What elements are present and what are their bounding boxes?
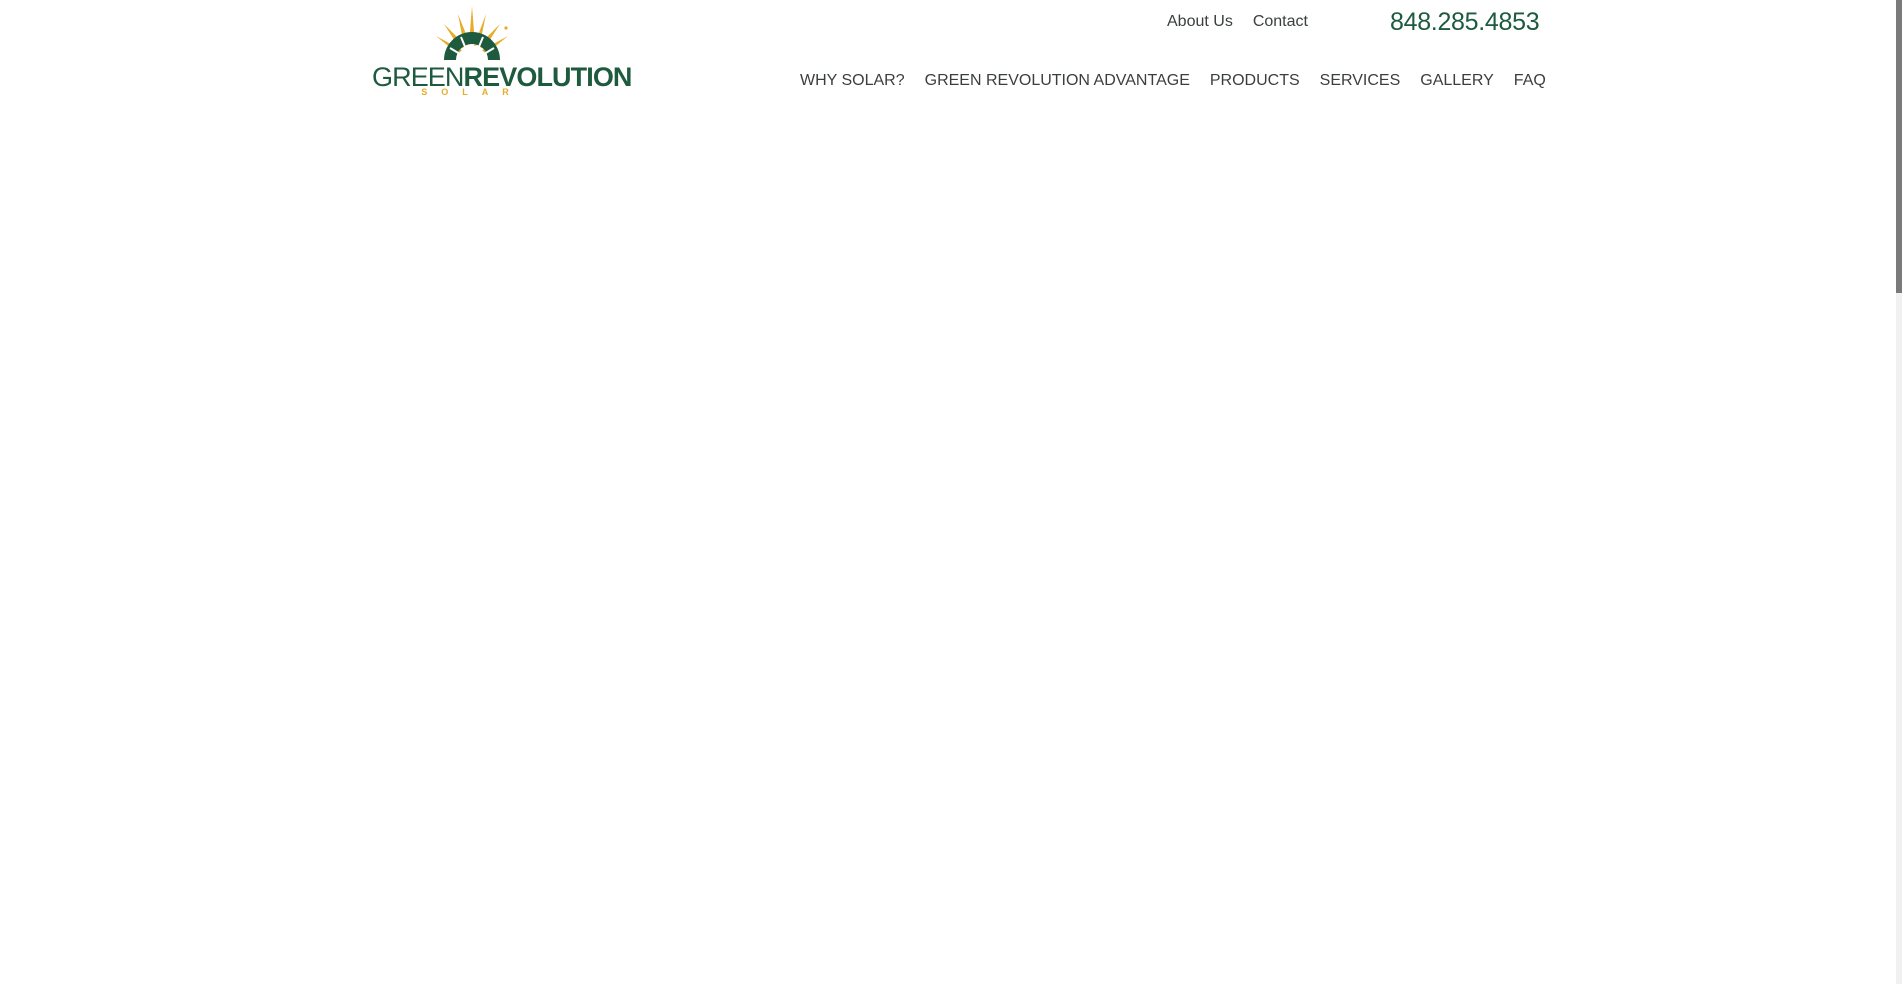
site-logo[interactable]: GREENREVOLUTION SOLAR <box>372 4 632 98</box>
vertical-scrollbar[interactable] <box>1896 0 1902 984</box>
site-header: GREENREVOLUTION SOLAR About Us Contact 8… <box>0 0 1896 110</box>
nav-item-gallery[interactable]: GALLERY <box>1420 71 1494 91</box>
scrollbar-thumb[interactable] <box>1896 0 1902 293</box>
nav-item-products[interactable]: PRODUCTS <box>1210 71 1300 91</box>
sunburst-logo-icon <box>436 6 508 60</box>
contact-link[interactable]: Contact <box>1253 12 1308 32</box>
logo-tagline: SOLAR <box>421 87 523 97</box>
utility-nav: About Us Contact <box>1167 12 1308 32</box>
nav-item-faq[interactable]: FAQ <box>1514 71 1546 91</box>
main-nav: WHY SOLAR? GREEN REVOLUTION ADVANTAGE PR… <box>800 71 1546 91</box>
nav-item-why-solar[interactable]: WHY SOLAR? <box>800 71 905 91</box>
nav-item-green-revolution-advantage[interactable]: GREEN REVOLUTION ADVANTAGE <box>925 71 1190 91</box>
page: GREENREVOLUTION SOLAR About Us Contact 8… <box>0 0 1902 984</box>
nav-item-services[interactable]: SERVICES <box>1320 71 1401 91</box>
phone-number-link[interactable]: 848.285.4853 <box>1390 7 1540 37</box>
about-us-link[interactable]: About Us <box>1167 12 1233 32</box>
